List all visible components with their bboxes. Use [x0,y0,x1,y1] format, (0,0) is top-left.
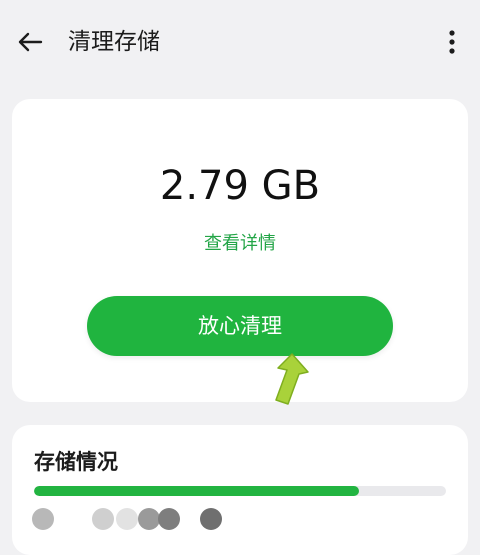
legend-dot [200,508,222,530]
back-button[interactable] [12,24,48,60]
page-title: 清理存储 [68,29,160,55]
legend-dot [92,508,114,530]
cleanable-size: 2.79 GB [159,163,321,209]
storage-usage-fill [34,486,360,496]
storage-title: 存储情况 [34,450,118,474]
clean-button[interactable]: 放心清理 [87,296,393,356]
app-bar: 清理存储 [0,0,480,84]
legend-dot [116,508,138,530]
more-options-button[interactable] [440,24,464,60]
legend-dot [158,508,180,530]
legend-dot [138,508,160,530]
legend-dot [32,508,54,530]
more-vert-icon [449,30,455,54]
storage-legend [30,506,270,530]
pointer-arrow-icon [275,353,309,405]
back-arrow-icon [18,32,43,52]
view-details-link[interactable]: 查看详情 [0,231,480,257]
storage-usage-bar [34,486,446,496]
